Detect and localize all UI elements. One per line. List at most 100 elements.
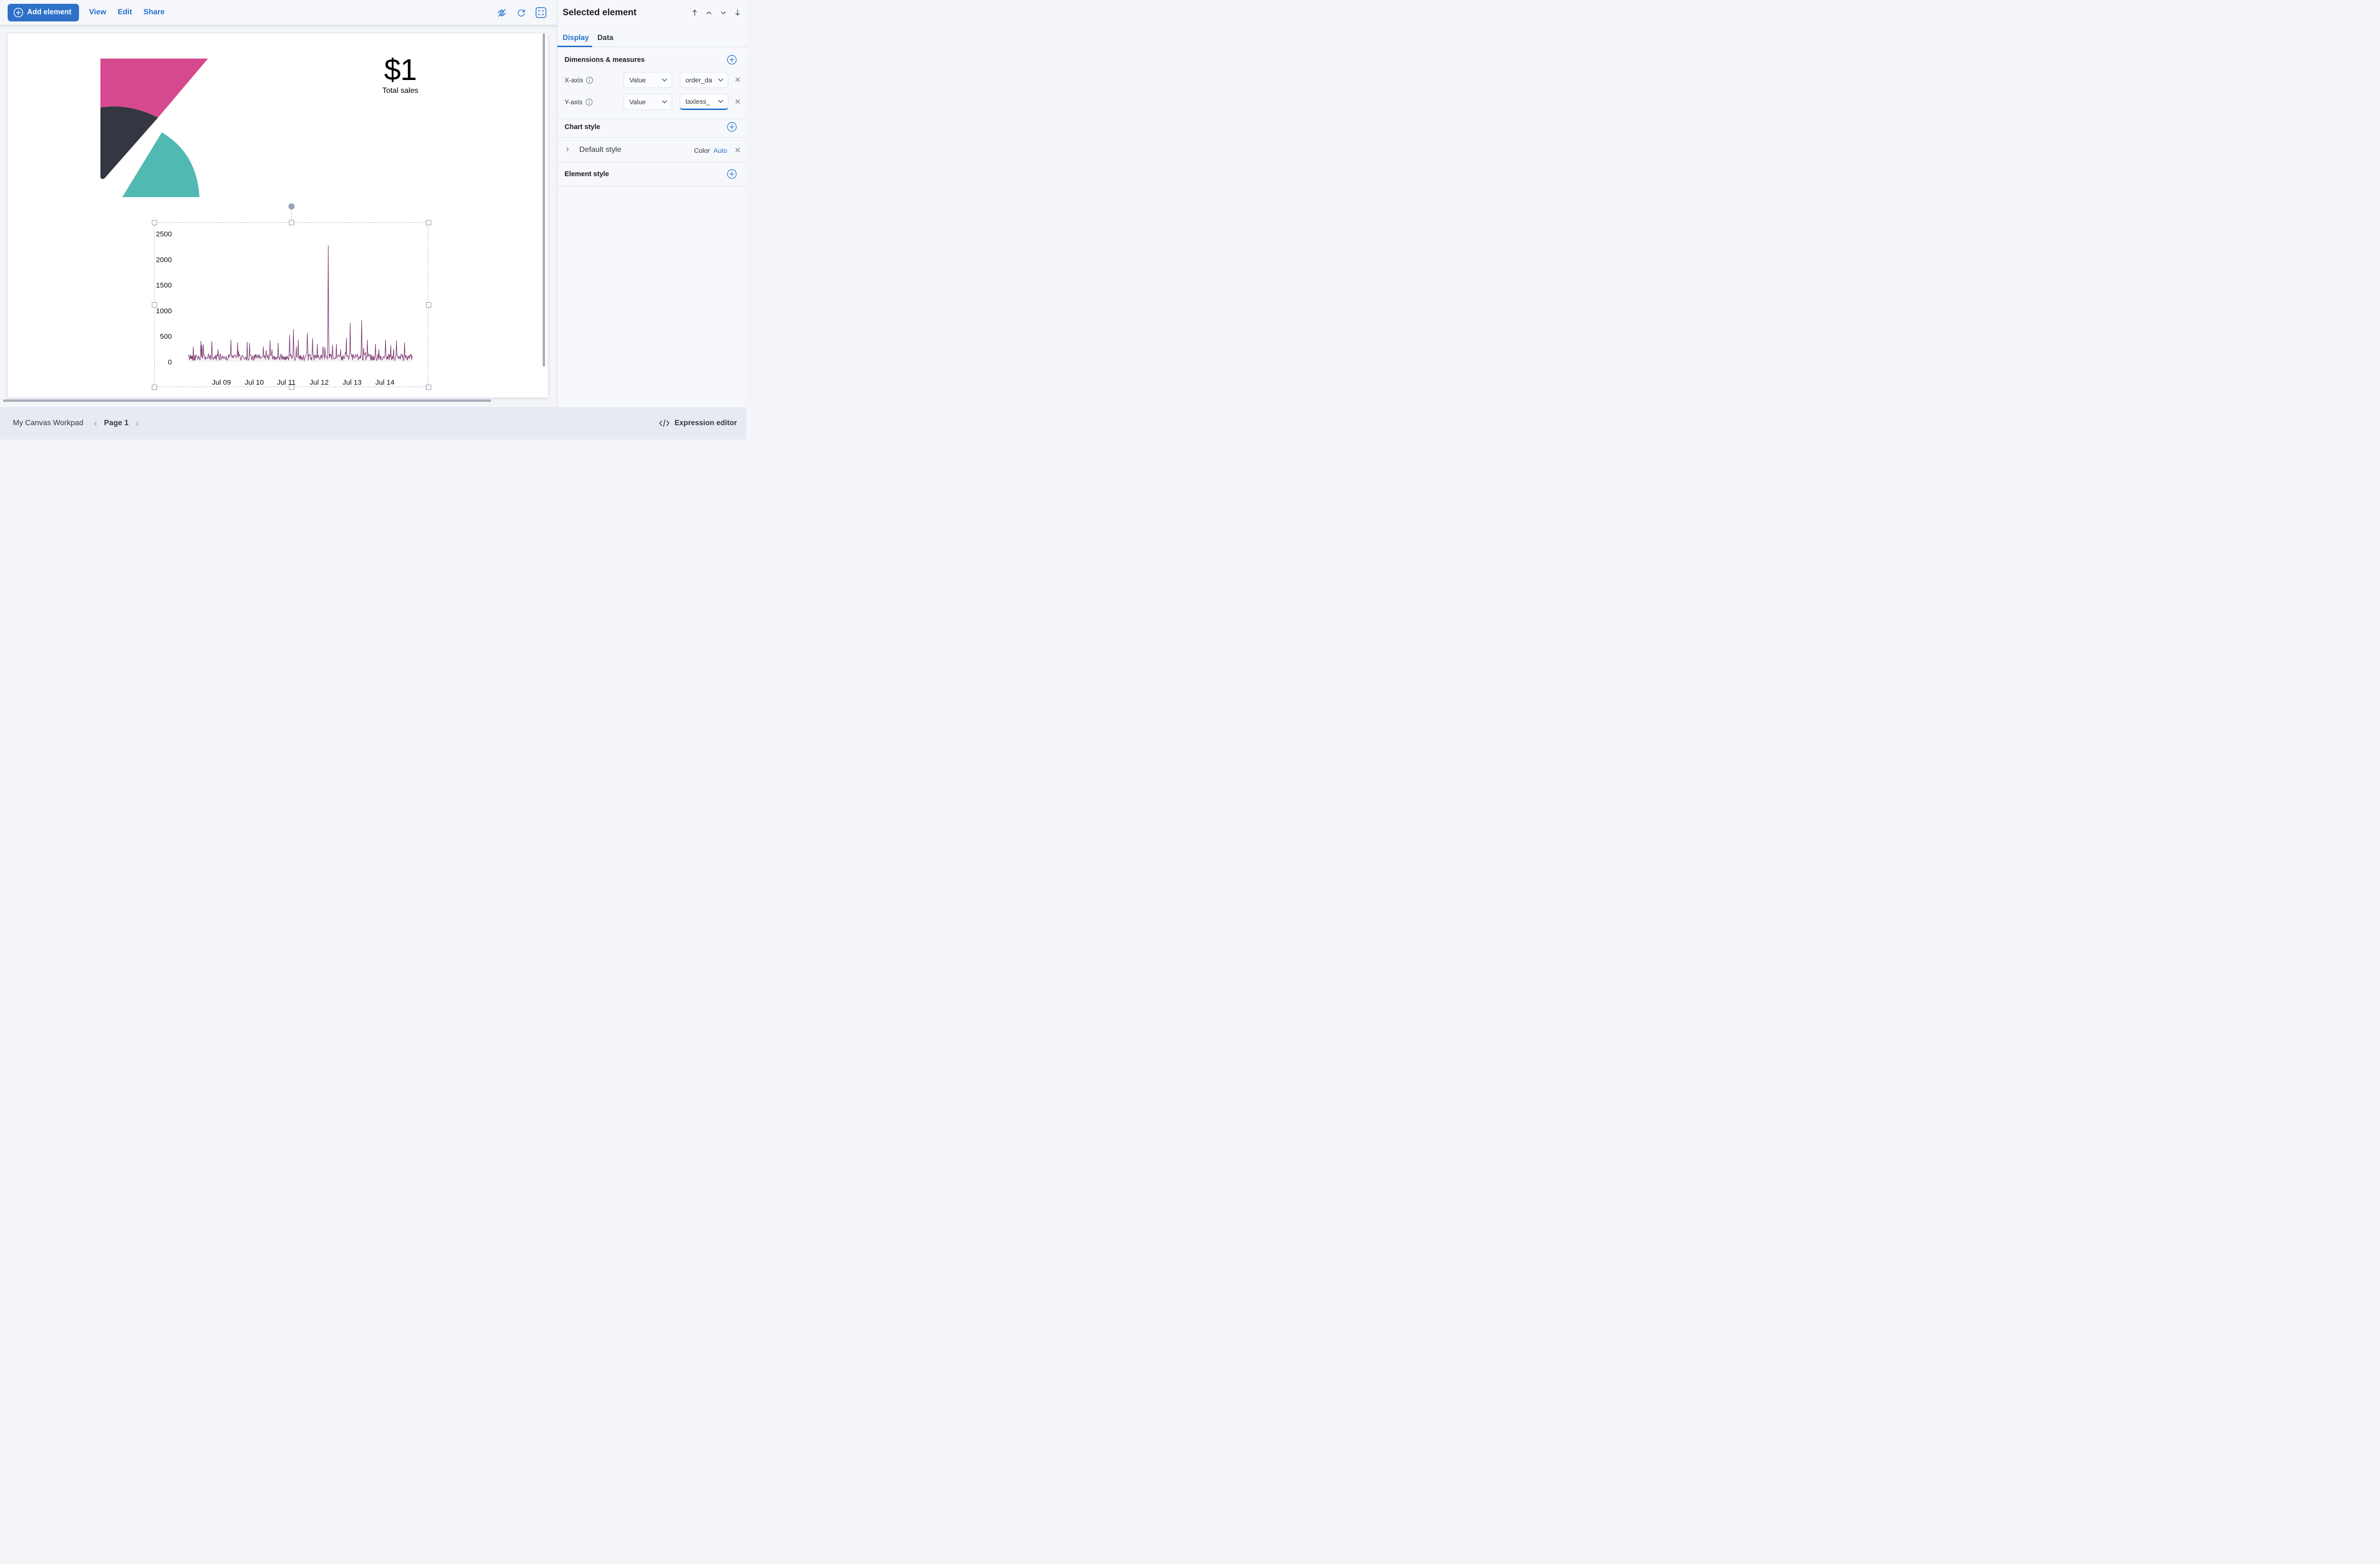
resize-handle-s[interactable]	[289, 385, 294, 390]
plus-circle-icon	[727, 55, 737, 65]
send-backward-button[interactable]	[719, 9, 727, 17]
plus-circle-icon	[727, 122, 737, 132]
rotate-handle[interactable]	[288, 203, 295, 209]
x-axis-label-text: X-axis	[565, 76, 583, 84]
top-toolbar: Add element View Edit Share	[0, 0, 557, 25]
y-axis-label-text: Y-axis	[565, 98, 583, 106]
kibana-logo-image[interactable]	[100, 59, 208, 198]
plus-circle-icon	[727, 169, 737, 179]
info-icon	[586, 77, 593, 84]
menu-share[interactable]: Share	[143, 8, 164, 17]
resize-handle-ne[interactable]	[426, 220, 431, 225]
chevron-down-icon	[718, 78, 724, 82]
chevron-down-icon	[662, 100, 667, 104]
x-tick-label: Jul 14	[376, 379, 395, 387]
y-tick-label: 500	[160, 333, 172, 341]
next-page-button[interactable]: ›	[133, 418, 140, 428]
x-axis-measure-select[interactable]: Value	[624, 72, 672, 88]
x-tick-label: Jul 10	[245, 379, 264, 387]
workpad-page[interactable]: $1 Total sales 05001000150020002500Jul 0…	[8, 33, 548, 398]
resize-handle-nw[interactable]	[152, 220, 157, 225]
x-tick-label: Jul 13	[343, 379, 362, 387]
chevron-down-icon	[662, 78, 667, 82]
y-tick-label: 1500	[156, 281, 172, 289]
x-tick-label: Jul 12	[309, 379, 328, 387]
arrow-down-icon	[734, 9, 742, 17]
hide-editing-controls-button[interactable]	[496, 8, 507, 18]
x-tick-label: Jul 09	[212, 379, 231, 387]
element-style-title: Element style	[565, 170, 609, 178]
add-chart-style-button[interactable]	[727, 122, 737, 132]
menu-view[interactable]: View	[89, 8, 106, 17]
x-axis-measure-value: Value	[629, 76, 662, 84]
horizontal-scrollbar[interactable]	[3, 399, 491, 402]
x-axis-field-value: order_da	[685, 76, 713, 84]
color-auto-link[interactable]: Auto	[714, 147, 727, 154]
eye-slash-icon	[496, 8, 507, 18]
workpad-name[interactable]: My Canvas Workpad	[13, 419, 83, 428]
metric-label: Total sales	[329, 87, 472, 95]
workpad-workspace: $1 Total sales 05001000150020002500Jul 0…	[0, 25, 557, 407]
arrow-up-icon	[691, 9, 699, 17]
menu-edit[interactable]: Edit	[118, 8, 132, 17]
x-axis-field-select[interactable]: order_da	[680, 72, 728, 88]
chart-area-fill	[188, 246, 412, 362]
remove-x-axis-button[interactable]: ✕	[734, 76, 742, 85]
resize-handle-e[interactable]	[426, 302, 431, 308]
y-axis-row-label: Y-axis	[565, 98, 593, 106]
code-icon	[659, 419, 670, 428]
layer-order-buttons	[691, 9, 742, 17]
workpad-menu: View Edit Share	[89, 8, 165, 17]
remove-y-axis-button[interactable]: ✕	[734, 98, 742, 107]
add-dimension-button[interactable]	[727, 55, 737, 65]
refresh-button[interactable]	[516, 8, 526, 18]
default-style-label[interactable]: Default style	[579, 146, 621, 154]
expression-editor-label: Expression editor	[674, 419, 737, 428]
y-axis-measure-value: Value	[629, 98, 662, 106]
bring-to-front-button[interactable]	[691, 9, 699, 17]
chart-style-title: Chart style	[565, 123, 600, 131]
chevron-up-icon	[705, 9, 713, 17]
tab-display[interactable]: Display	[563, 34, 589, 42]
send-to-back-button[interactable]	[734, 9, 742, 17]
resize-handle-se[interactable]	[426, 385, 431, 390]
selected-element-panel: Selected element	[557, 0, 746, 407]
resize-handle-w[interactable]	[152, 302, 157, 308]
y-tick-label: 2000	[156, 256, 172, 264]
add-element-style-button[interactable]	[727, 169, 737, 179]
expand-default-style-chevron[interactable]: ›	[566, 144, 569, 155]
page-navigation: ‹ Page 1 ›	[92, 418, 140, 428]
toolbar-right-icons	[496, 0, 546, 25]
dimensions-measures-title: Dimensions & measures	[565, 56, 645, 64]
x-axis-row-label: X-axis	[565, 76, 593, 84]
add-element-button[interactable]: Add element	[8, 4, 79, 21]
fullscreen-icon	[536, 7, 546, 18]
color-label: Color	[694, 147, 710, 154]
active-tab-underline	[557, 46, 592, 47]
y-axis-field-select[interactable]: taxless_	[680, 94, 728, 110]
add-element-label: Add element	[27, 8, 71, 17]
chevron-down-icon	[719, 9, 727, 17]
fullscreen-button[interactable]	[536, 7, 546, 18]
metric-element[interactable]: $1 Total sales	[329, 55, 472, 95]
plus-circle-icon	[13, 8, 23, 18]
canvas-app: Add element View Edit Share	[0, 0, 746, 439]
remove-default-style-button[interactable]: ✕	[734, 146, 742, 156]
bring-forward-button[interactable]	[705, 9, 713, 17]
y-tick-label: 2500	[156, 230, 172, 239]
page-label[interactable]: Page 1	[104, 419, 129, 428]
section-divider	[557, 137, 747, 138]
previous-page-button[interactable]: ‹	[92, 418, 99, 428]
y-tick-label: 0	[168, 359, 172, 367]
section-divider	[557, 186, 747, 187]
resize-handle-sw[interactable]	[152, 385, 157, 390]
vertical-scrollbar[interactable]	[543, 33, 545, 367]
expression-editor-toggle[interactable]: Expression editor	[659, 419, 737, 428]
selected-chart-element[interactable]: 05001000150020002500Jul 09Jul 10Jul 11Ju…	[154, 222, 428, 387]
refresh-icon	[516, 8, 526, 18]
tab-data[interactable]: Data	[597, 34, 614, 42]
metric-value: $1	[329, 55, 472, 85]
info-icon	[585, 99, 593, 106]
y-axis-measure-select[interactable]: Value	[624, 94, 672, 110]
resize-handle-n[interactable]	[289, 220, 294, 225]
